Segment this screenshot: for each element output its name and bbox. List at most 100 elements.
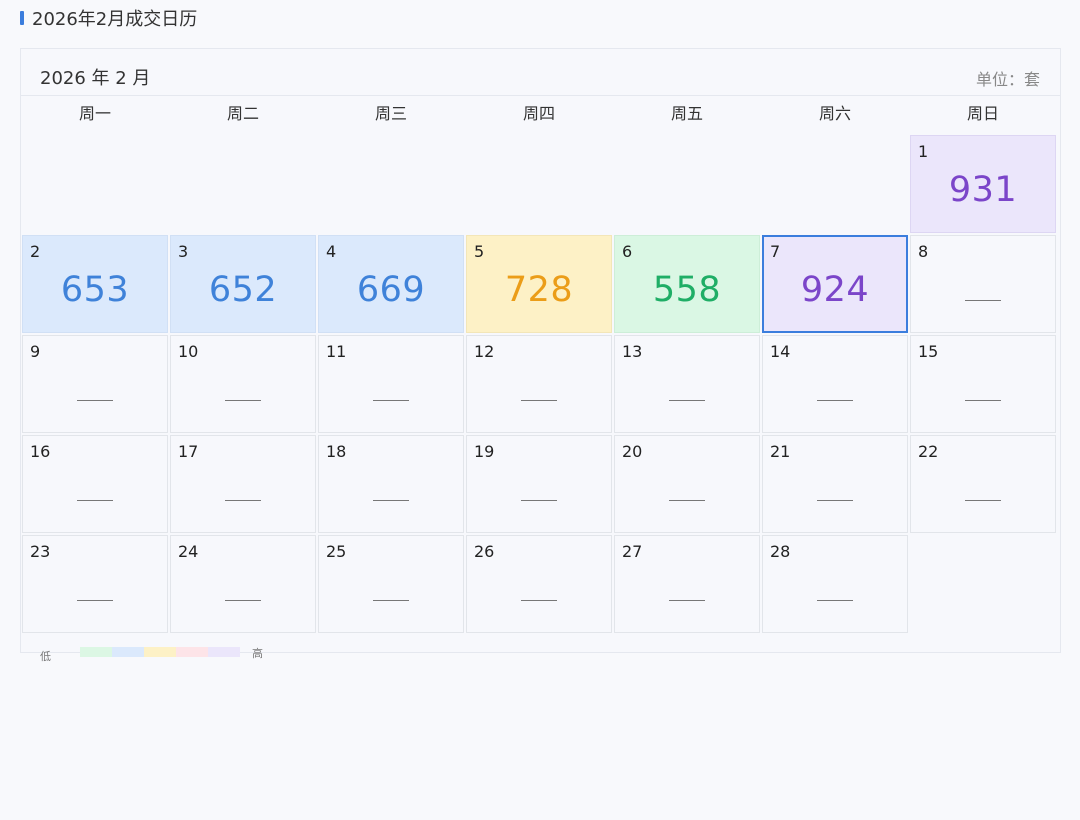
no-data-dash <box>77 400 113 401</box>
day-number: 18 <box>326 442 347 461</box>
day-number: 11 <box>326 342 347 361</box>
day-cell[interactable]: 8 <box>910 235 1056 333</box>
title-accent-bar <box>20 11 24 25</box>
legend-swatch <box>176 647 208 657</box>
day-number: 20 <box>622 442 643 461</box>
day-cell[interactable]: 4 669 <box>318 235 464 333</box>
day-cell[interactable]: 10 <box>170 335 316 433</box>
page-title: 2026年2月成交日历 <box>32 9 198 30</box>
day-cell[interactable]: 24 <box>170 535 316 633</box>
day-number: 16 <box>30 442 51 461</box>
day-cell[interactable]: 26 <box>466 535 612 633</box>
no-data-dash <box>669 600 705 601</box>
no-data-dash <box>373 400 409 401</box>
day-cell[interactable]: 5 728 <box>466 235 612 333</box>
no-data-dash <box>225 600 261 601</box>
day-number: 10 <box>178 342 199 361</box>
day-cell[interactable]: 13 <box>614 335 760 433</box>
day-deal-count: 652 <box>208 270 278 310</box>
day-number: 8 <box>918 242 929 261</box>
day-cell[interactable]: 11 <box>318 335 464 433</box>
day-cell[interactable]: 18 <box>318 435 464 533</box>
day-cell[interactable]: 3 652 <box>170 235 316 333</box>
day-number: 7 <box>770 242 781 261</box>
day-number: 4 <box>326 242 337 261</box>
no-data-dash <box>521 400 557 401</box>
day-number: 1 <box>918 142 929 161</box>
month-label: 2026 年 2 月 <box>40 68 151 89</box>
day-cell[interactable]: 20 <box>614 435 760 533</box>
weekday-header-row: 周一 周二 周三 周四 周五 周六 周日 <box>21 97 1060 135</box>
day-number: 14 <box>770 342 791 361</box>
weekday-tue: 周二 <box>226 104 259 123</box>
no-data-dash <box>817 400 853 401</box>
day-cell[interactable]: 12 <box>466 335 612 433</box>
legend-swatch <box>208 647 240 657</box>
legend-swatch <box>144 647 176 657</box>
day-cell[interactable]: 6 558 <box>614 235 760 333</box>
no-data-dash <box>965 500 1001 501</box>
day-deal-count: 924 <box>800 270 870 310</box>
legend-swatch <box>112 647 144 657</box>
day-deal-count: 558 <box>652 270 722 310</box>
legend-swatch <box>80 647 112 657</box>
no-data-dash <box>225 400 261 401</box>
day-number: 26 <box>474 542 495 561</box>
day-number: 28 <box>770 542 791 561</box>
no-data-dash <box>965 300 1001 301</box>
day-deal-count: 728 <box>504 270 574 310</box>
day-cell[interactable]: 23 <box>22 535 168 633</box>
day-cell[interactable]: 21 <box>762 435 908 533</box>
day-cell[interactable]: 9 <box>22 335 168 433</box>
day-cell[interactable]: 1 931 <box>910 135 1056 233</box>
day-cell[interactable]: 7 924 <box>762 235 908 333</box>
day-number: 15 <box>918 342 939 361</box>
day-cell[interactable]: 17 <box>170 435 316 533</box>
weekday-sun: 周日 <box>966 104 999 123</box>
no-data-dash <box>373 500 409 501</box>
day-number: 6 <box>622 242 633 261</box>
day-number: 3 <box>178 242 189 261</box>
day-number: 13 <box>622 342 643 361</box>
day-cell[interactable]: 19 <box>466 435 612 533</box>
day-number: 21 <box>770 442 791 461</box>
page-header: 2026年2月成交日历 <box>20 6 197 30</box>
no-data-dash <box>965 400 1001 401</box>
no-data-dash <box>521 500 557 501</box>
weekday-thu: 周四 <box>522 104 555 123</box>
day-number: 23 <box>30 542 51 561</box>
day-number: 17 <box>178 442 199 461</box>
day-cell[interactable]: 27 <box>614 535 760 633</box>
weekday-mon: 周一 <box>78 104 111 123</box>
day-number: 5 <box>474 242 485 261</box>
weekday-fri: 周五 <box>670 104 703 123</box>
legend-low-label: 低 <box>40 650 51 663</box>
no-data-dash <box>225 500 261 501</box>
day-number: 25 <box>326 542 347 561</box>
no-data-dash <box>373 600 409 601</box>
unit-label: 单位：套 <box>975 70 1040 89</box>
day-cell[interactable]: 2 653 <box>22 235 168 333</box>
day-number: 2 <box>30 242 41 261</box>
day-number: 12 <box>474 342 495 361</box>
no-data-dash <box>77 500 113 501</box>
weekday-wed: 周三 <box>374 104 407 123</box>
day-cell[interactable]: 28 <box>762 535 908 633</box>
day-cell[interactable]: 15 <box>910 335 1056 433</box>
no-data-dash <box>521 600 557 601</box>
day-cell[interactable]: 25 <box>318 535 464 633</box>
day-cell[interactable]: 16 <box>22 435 168 533</box>
day-deal-count: 653 <box>60 270 130 310</box>
weekday-sat: 周六 <box>818 104 851 123</box>
day-number: 27 <box>622 542 643 561</box>
day-number: 9 <box>30 342 41 361</box>
day-number: 24 <box>178 542 199 561</box>
no-data-dash <box>77 600 113 601</box>
calendar-panel: 2026 年 2 月 单位：套 周一 周二 周三 周四 周五 周六 周日 1 93… <box>20 48 1061 653</box>
day-cell[interactable]: 14 <box>762 335 908 433</box>
day-cell[interactable]: 22 <box>910 435 1056 533</box>
day-deal-count: 669 <box>356 270 426 310</box>
day-deal-count: 931 <box>948 170 1018 210</box>
legend-color-bar <box>80 647 240 657</box>
no-data-dash <box>817 500 853 501</box>
